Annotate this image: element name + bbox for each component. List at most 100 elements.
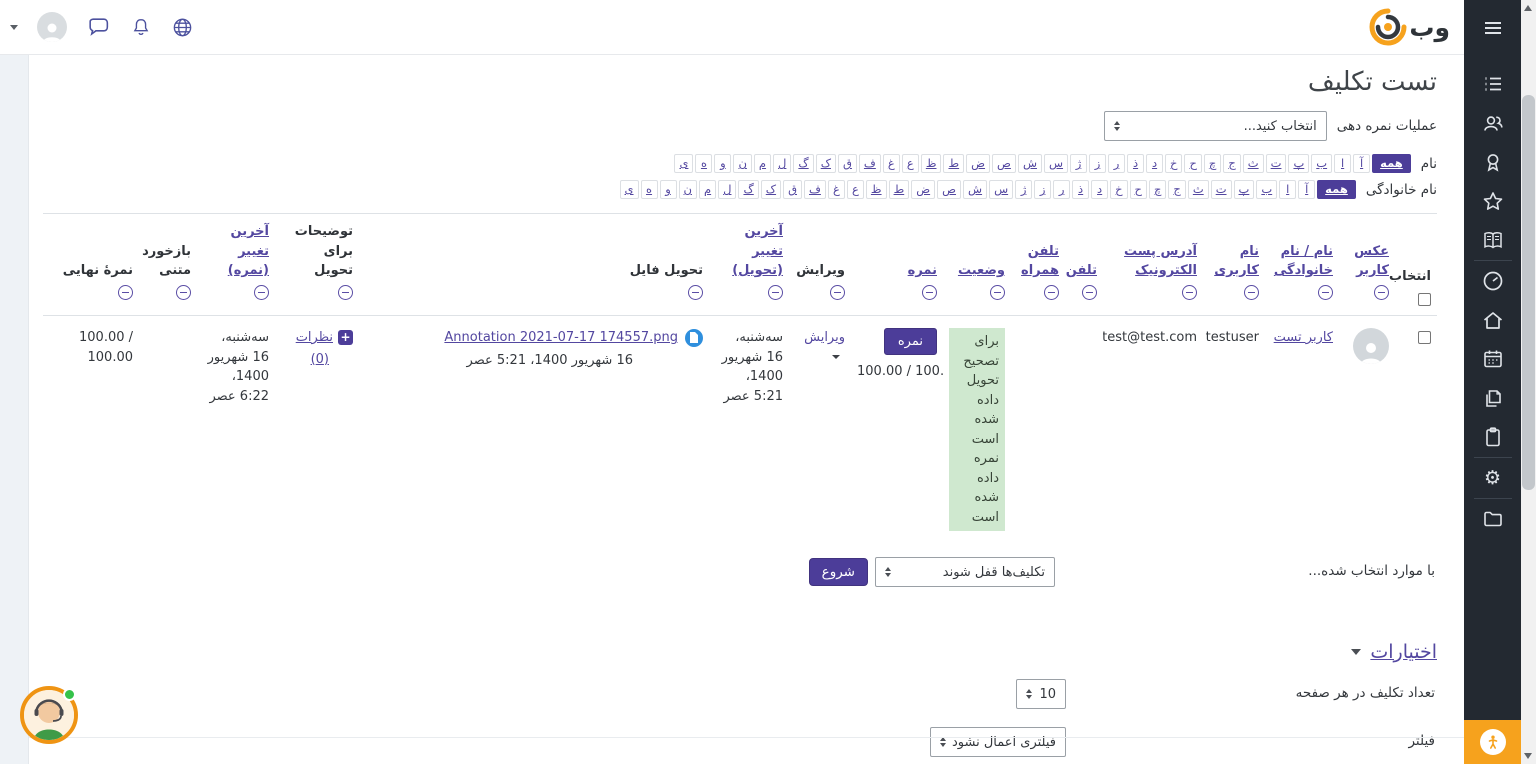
lastname-letter-link[interactable]: ل [718,180,736,199]
hide-column-icon[interactable] [1044,285,1059,300]
sort-column-link[interactable]: نام کاربری [1214,244,1259,279]
hide-column-icon[interactable] [1082,285,1097,300]
firstname-letter-link[interactable]: ب [1311,154,1332,173]
grade-button[interactable]: نمره [884,328,937,355]
scrollbar-up-arrow[interactable] [1524,5,1532,11]
firstname-letter-link[interactable]: ژ [1070,154,1087,173]
sort-column-link[interactable]: آخرین تغییر (تحویل) [732,224,783,278]
scrollbar-thumb[interactable] [1522,95,1535,490]
participants-icon[interactable] [1481,111,1505,135]
hide-column-icon[interactable] [118,285,133,300]
lastname-letter-link[interactable]: ر [1053,180,1070,199]
hide-column-icon[interactable] [990,285,1005,300]
firstname-letter-link[interactable]: ل [773,154,791,173]
course-sections-list-icon[interactable] [1481,72,1505,96]
firstname-letter-link[interactable]: ر [1108,154,1125,173]
lastname-letter-link[interactable]: ه [641,180,658,199]
accessibility-button[interactable] [1464,720,1521,764]
sort-column-link[interactable]: آخرین تغییر (نمره) [228,224,269,278]
lastname-letter-link[interactable]: ذ [1072,180,1089,199]
firstname-letter-link[interactable]: ذ [1127,154,1144,173]
firstname-letter-link[interactable]: ق [838,154,857,173]
lastname-letter-link[interactable]: ت [1211,180,1232,199]
firstname-letter-link[interactable]: ف [859,154,881,173]
collapse-caret-icon[interactable] [1351,649,1361,655]
firstname-letter-link[interactable]: ه [695,154,712,173]
lastname-letter-link[interactable]: ح [1130,180,1147,199]
lastname-letter-link[interactable]: ج [1168,180,1185,199]
firstname-letter-link[interactable]: ص [992,154,1016,173]
firstname-letter-link[interactable]: ج [1223,154,1240,173]
lastname-letter-link[interactable]: ف [804,180,826,199]
lastname-letter-link[interactable]: ش [963,180,987,199]
lastname-letter-link[interactable]: ض [911,180,935,199]
scrollbar-down-arrow[interactable] [1524,753,1532,759]
firstname-letter-link[interactable]: ت [1266,154,1287,173]
grades-book-icon[interactable] [1481,228,1505,252]
firstname-letter-link[interactable]: آ [1353,154,1370,173]
firstname-letter-link[interactable]: ض [966,154,990,173]
site-logo[interactable]: وب [1369,8,1450,46]
lastname-letter-link[interactable]: ظ [866,180,887,199]
expand-comments-icon[interactable]: + [338,330,353,345]
firstname-letter-link[interactable]: گ [793,154,813,173]
lastname-letter-link[interactable]: غ [828,180,845,199]
sort-column-link[interactable]: تلفن [1066,263,1097,278]
with-selected-select[interactable]: تکلیف‌ها قفل شوند [875,557,1055,587]
lastname-letter-link[interactable]: ک [761,180,781,199]
comments-link[interactable]: نظرات [296,328,333,348]
firstname-letter-link[interactable]: غ [883,154,900,173]
hide-column-icon[interactable] [338,285,353,300]
lastname-letter-link[interactable]: ا [1279,180,1296,199]
lastname-letter-link[interactable]: ع [847,180,864,199]
sort-column-link[interactable]: نمره [908,263,937,278]
firstname-letter-link[interactable]: و [714,154,731,173]
firstname-letter-link[interactable]: ط [943,154,964,173]
hide-column-icon[interactable] [830,285,845,300]
notifications-bell-icon[interactable] [130,15,152,39]
settings-gear-icon[interactable]: ⚙ [1481,466,1505,490]
hide-column-icon[interactable] [254,285,269,300]
lastname-letter-link[interactable]: پ [1234,180,1255,199]
lastname-letter-link[interactable]: ط [889,180,910,199]
go-button[interactable]: شروع [809,558,868,586]
user-fullname-link[interactable]: کاربر تست [1274,330,1333,345]
private-files-icon[interactable] [1481,386,1505,410]
lastname-filter-all[interactable]: همه [1317,180,1356,199]
edit-menu-link[interactable]: ویرایش [804,330,845,345]
hide-column-icon[interactable] [1244,285,1259,300]
filter-select[interactable]: فیلتری اعمال نشود [930,727,1066,757]
firstname-filter-all[interactable]: همه [1372,154,1411,173]
row-select-checkbox[interactable] [1418,331,1431,344]
lastname-letter-link[interactable]: چ [1149,180,1166,199]
firstname-letter-link[interactable]: خ [1165,154,1182,173]
firstname-letter-link[interactable]: ز [1089,154,1106,173]
content-bank-clipboard-icon[interactable] [1481,425,1505,449]
user-avatar[interactable] [37,12,67,42]
course-folder-icon[interactable] [1481,507,1505,531]
lastname-letter-link[interactable]: ن [679,180,697,199]
comments-count-link[interactable]: (0) [311,352,329,367]
lastname-letter-link[interactable]: گ [738,180,758,199]
firstname-letter-link[interactable]: ث [1243,154,1264,173]
calendar-icon[interactable] [1481,347,1505,371]
hide-column-icon[interactable] [922,285,937,300]
lastname-letter-link[interactable]: ق [783,180,802,199]
firstname-letter-link[interactable]: ع [902,154,919,173]
lastname-letter-link[interactable]: ث [1188,180,1209,199]
firstname-letter-link[interactable]: د [1146,154,1163,173]
sort-column-link[interactable]: تلفن همراه [1021,244,1059,279]
firstname-letter-link[interactable]: چ [1204,154,1221,173]
firstname-letter-link[interactable]: ی [674,154,693,173]
user-menu-caret-icon[interactable] [10,25,18,30]
firstname-letter-link[interactable]: ک [816,154,836,173]
sort-column-link[interactable]: وضعیت [958,263,1005,278]
lastname-letter-link[interactable]: م [699,180,716,199]
lastname-letter-link[interactable]: ی [620,180,639,199]
firstname-letter-link[interactable]: پ [1288,154,1309,173]
sort-column-link[interactable]: عکس کاربر [1354,244,1389,279]
hide-column-icon[interactable] [176,285,191,300]
lastname-letter-link[interactable]: خ [1110,180,1127,199]
lastname-letter-link[interactable]: ز [1034,180,1051,199]
sort-column-link[interactable]: آدرس پست الکترونیک [1124,244,1197,279]
